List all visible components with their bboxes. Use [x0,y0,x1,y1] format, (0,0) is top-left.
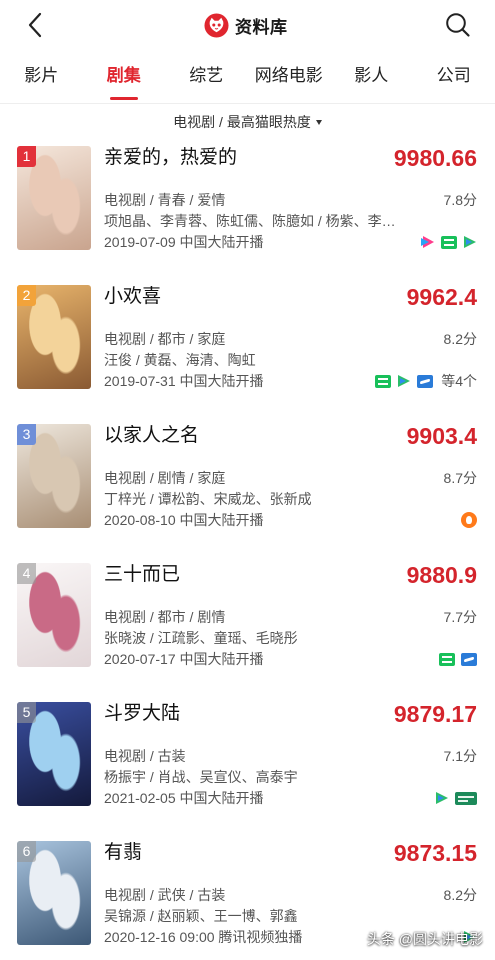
list-item[interactable]: 4 三十而已 9880.9 电视剧 / 都市 / 剧情 7.7分张晓波 / 江疏影、童瑶… [0,563,495,702]
heat-score: 9980.66 [393,145,477,171]
rating-text: 8.2分 [443,331,477,347]
cctv-icon[interactable] [461,652,477,666]
tencent-video-icon[interactable] [463,235,477,249]
cast-text: 丁梓光 / 谭松韵、宋威龙、张新成 [104,491,312,507]
rank-badge: 5 [17,702,36,723]
release-text: 2020-07-17 中国大陆开播 [104,651,264,667]
item-title[interactable]: 三十而已 [104,563,180,587]
genre-text: 电视剧 / 都市 / 家庭 [104,331,226,347]
cast-text: 杨振宇 / 肖战、吴宣仪、高泰宇 [104,769,298,785]
heat-score: 9879.17 [393,701,477,727]
rank-badge: 3 [17,424,36,445]
heat-score: 9873.15 [393,840,477,866]
list-item[interactable]: 3 以家人之名 9903.4 电视剧 / 剧情 / 家庭 8.7分丁梓光 / 谭松韵、宋… [0,424,495,563]
rating-text: 7.7分 [443,609,477,625]
release-text: 2021-02-05 中国大陆开播 [104,790,264,806]
genre-text: 电视剧 / 剧情 / 家庭 [104,470,226,486]
cctv-icon[interactable] [417,374,434,388]
ranking-list: 1 亲爱的，热爱的 9980.66 电视剧 / 青春 / 爱情 7.8分项旭晶、李青蓉、… [0,0,495,960]
item-title[interactable]: 有翡 [104,841,142,865]
page: 资料库 影片 剧集 综艺 网络电影 影人 公司 电视剧 / 最高猫眼热度 1 亲爱的，热爱的… [0,0,495,960]
genre-text: 电视剧 / 青春 / 爱情 [104,192,226,208]
release-text: 2020-08-10 中国大陆开播 [104,512,264,528]
platform-icons[interactable] [455,512,477,528]
cast-text: 吴锦源 / 赵丽颖、王一博、郭鑫 [104,908,298,924]
platform-icons[interactable]: 等4个 [369,373,477,389]
rating-text: 7.1分 [443,748,477,764]
heat-score: 9962.4 [406,284,477,310]
platform-icons[interactable] [415,234,477,250]
genre-text: 电视剧 / 古装 [104,748,186,764]
cast-text: 张晓波 / 江疏影、童瑶、毛晓彤 [104,630,298,646]
rank-badge: 6 [17,841,36,862]
item-title[interactable]: 斗罗大陆 [104,702,180,726]
release-text: 2020-12-16 09:00 腾讯视频独播 [104,929,303,945]
rating-text: 8.7分 [443,470,477,486]
rating-text: 7.8分 [443,192,477,208]
youku-icon[interactable] [421,235,435,249]
cast-text: 汪俊 / 黄磊、海清、陶虹 [104,352,256,368]
rank-badge: 2 [17,285,36,306]
iqiyi-icon[interactable] [441,235,457,249]
platform-icons[interactable] [429,790,477,806]
list-item[interactable]: 1 亲爱的，热爱的 9980.66 电视剧 / 青春 / 爱情 7.8分项旭晶、李青蓉、… [0,146,495,285]
genre-text: 电视剧 / 都市 / 剧情 [104,609,226,625]
other-platform-icon[interactable] [455,791,477,805]
release-text: 2019-07-31 中国大陆开播 [104,373,264,389]
iqiyi-icon[interactable] [375,374,392,388]
tencent-video-icon[interactable] [397,374,411,388]
item-title[interactable]: 以家人之名 [104,424,199,448]
tencent-video-icon[interactable] [435,791,449,805]
watermark: 头条 @圆头讲电影 [366,931,483,947]
iqiyi-icon[interactable] [439,652,455,666]
release-text: 2019-07-09 中国大陆开播 [104,234,264,250]
heat-score: 9880.9 [406,562,477,588]
platform-icons[interactable] [433,651,477,667]
platform-more-text[interactable]: 等4个 [441,373,477,389]
list-item[interactable]: 2 小欢喜 9962.4 电视剧 / 都市 / 家庭 8.2分汪俊 / 黄磊、海清、陶虹… [0,285,495,424]
heat-score: 9903.4 [406,423,477,449]
genre-text: 电视剧 / 武侠 / 古装 [104,887,226,903]
rank-badge: 4 [17,563,36,584]
rating-text: 8.2分 [443,887,477,903]
item-title[interactable]: 小欢喜 [104,285,161,309]
cast-text: 项旭晶、李青蓉、陈虹儒、陈臆如 / 杨紫、李… [104,213,396,229]
rank-badge: 1 [17,146,36,167]
list-item[interactable]: 5 斗罗大陆 9879.17 电视剧 / 古装 7.1分杨振宇 / 肖战、吴宣仪、高泰宇… [0,702,495,841]
mango-tv-icon[interactable] [461,512,477,528]
item-title[interactable]: 亲爱的，热爱的 [104,146,237,170]
